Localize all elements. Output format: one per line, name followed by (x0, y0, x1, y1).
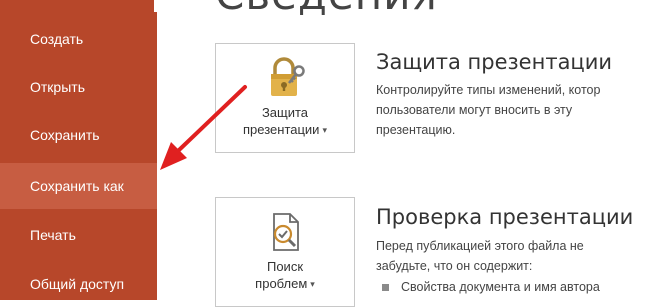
document-check-icon (261, 208, 309, 256)
inspect-bullet-item: Свойства документа и имя автора (382, 280, 600, 294)
protect-presentation-button[interactable]: Защита презентации ▾ (215, 43, 355, 153)
sidebar-item-print[interactable]: Печать (0, 212, 157, 258)
protect-section-title: Защита презентации (376, 50, 613, 74)
page-title: Сведения (215, 0, 438, 19)
protect-tile-label: Защита презентации ▾ (243, 104, 327, 139)
sidebar-item-open[interactable]: Открыть (0, 64, 157, 110)
sidebar-top-edge (0, 0, 157, 12)
sidebar-item-save[interactable]: Сохранить (0, 112, 157, 158)
inspect-section-title: Проверка презентации (376, 205, 634, 229)
chevron-down-icon: ▾ (310, 279, 315, 289)
sidebar-item-label: Печать (30, 227, 76, 243)
sidebar-item-label: Общий доступ (30, 276, 125, 292)
protect-tile-line2: презентации (243, 122, 320, 137)
bullet-text: Свойства документа и имя автора (401, 280, 600, 294)
inspect-section-description: Перед публикацией этого файла не забудьт… (376, 236, 660, 276)
sidebar-item-label: Сохранить (30, 127, 100, 143)
lock-key-icon (261, 54, 309, 102)
protect-tile-line1: Защита (261, 105, 309, 120)
sidebar-item-share[interactable]: Общий доступ (0, 261, 157, 300)
sidebar-item-new[interactable]: Создать (0, 16, 157, 62)
sidebar-item-label: Открыть (30, 79, 85, 95)
protect-desc-line: пользователи могут вносить в эту (376, 103, 573, 117)
backstage-sidebar: Создать Открыть Сохранить Сохранить как … (0, 0, 157, 300)
protect-desc-line: презентацию. (376, 123, 456, 137)
bullet-square-icon (382, 283, 389, 291)
inspect-tile-line2: проблем (255, 276, 308, 291)
sidebar-item-save-as[interactable]: Сохранить как (0, 163, 157, 209)
inspect-tile-line1: Поиск (266, 259, 304, 274)
chevron-down-icon: ▾ (322, 125, 327, 135)
protect-section-description: Контролируйте типы изменений, котор поль… (376, 80, 660, 140)
check-for-issues-button[interactable]: Поиск проблем ▾ (215, 197, 355, 307)
inspect-tile-label: Поиск проблем ▾ (255, 258, 315, 293)
sidebar-item-label: Сохранить как (30, 178, 124, 194)
inspect-desc-line: забудьте, что он содержит: (376, 259, 533, 273)
inspect-desc-line: Перед публикацией этого файла не (376, 239, 584, 253)
sidebar-item-label: Создать (30, 31, 84, 47)
protect-desc-line: Контролируйте типы изменений, котор (376, 83, 601, 97)
